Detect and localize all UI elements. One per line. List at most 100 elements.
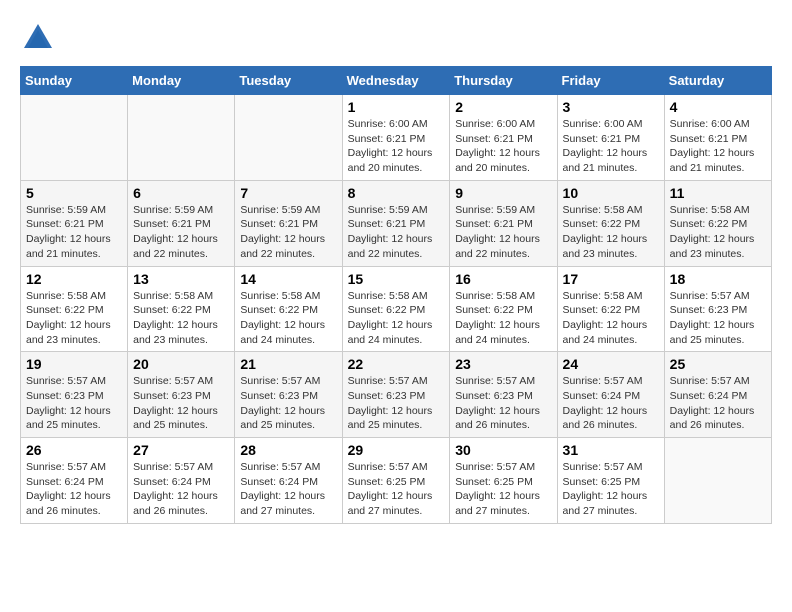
day-info: Sunrise: 5:57 AM Sunset: 6:24 PM Dayligh… (26, 460, 122, 519)
day-number: 28 (240, 442, 336, 458)
day-info: Sunrise: 5:58 AM Sunset: 6:22 PM Dayligh… (26, 289, 122, 348)
day-info: Sunrise: 6:00 AM Sunset: 6:21 PM Dayligh… (670, 117, 766, 176)
day-info: Sunrise: 5:58 AM Sunset: 6:22 PM Dayligh… (455, 289, 551, 348)
day-number: 29 (348, 442, 445, 458)
day-number: 3 (563, 99, 659, 115)
calendar-cell: 24 Sunrise: 5:57 AM Sunset: 6:24 PM Dayli… (557, 352, 664, 438)
calendar-cell: 13 Sunrise: 5:58 AM Sunset: 6:22 PM Dayli… (128, 266, 235, 352)
day-info: Sunrise: 5:59 AM Sunset: 6:21 PM Dayligh… (240, 203, 336, 262)
day-info: Sunrise: 5:57 AM Sunset: 6:23 PM Dayligh… (670, 289, 766, 348)
day-number: 15 (348, 271, 445, 287)
day-number: 13 (133, 271, 229, 287)
day-number: 30 (455, 442, 551, 458)
calendar-week-row: 26 Sunrise: 5:57 AM Sunset: 6:24 PM Dayli… (21, 438, 772, 524)
calendar-cell: 21 Sunrise: 5:57 AM Sunset: 6:23 PM Dayli… (235, 352, 342, 438)
calendar-cell: 4Sunrise: 6:00 AM Sunset: 6:21 PM Daylig… (664, 95, 771, 181)
day-number: 14 (240, 271, 336, 287)
calendar-week-row: 19 Sunrise: 5:57 AM Sunset: 6:23 PM Dayli… (21, 352, 772, 438)
calendar-cell: 7 Sunrise: 5:59 AM Sunset: 6:21 PM Daylig… (235, 180, 342, 266)
calendar-cell (128, 95, 235, 181)
day-info: Sunrise: 5:57 AM Sunset: 6:25 PM Dayligh… (563, 460, 659, 519)
calendar-week-row: 5 Sunrise: 5:59 AM Sunset: 6:21 PM Daylig… (21, 180, 772, 266)
day-number: 22 (348, 356, 445, 372)
day-number: 12 (26, 271, 122, 287)
day-info: Sunrise: 5:59 AM Sunset: 6:21 PM Dayligh… (455, 203, 551, 262)
calendar-cell: 16 Sunrise: 5:58 AM Sunset: 6:22 PM Dayli… (450, 266, 557, 352)
calendar-week-row: 12 Sunrise: 5:58 AM Sunset: 6:22 PM Dayli… (21, 266, 772, 352)
day-info: Sunrise: 6:00 AM Sunset: 6:21 PM Dayligh… (455, 117, 551, 176)
day-number: 5 (26, 185, 122, 201)
calendar-cell: 17 Sunrise: 5:58 AM Sunset: 6:22 PM Dayli… (557, 266, 664, 352)
day-number: 11 (670, 185, 766, 201)
day-number: 25 (670, 356, 766, 372)
day-number: 6 (133, 185, 229, 201)
day-number: 21 (240, 356, 336, 372)
day-info: Sunrise: 5:59 AM Sunset: 6:21 PM Dayligh… (26, 203, 122, 262)
day-number: 26 (26, 442, 122, 458)
day-number: 8 (348, 185, 445, 201)
calendar-cell: 6 Sunrise: 5:59 AM Sunset: 6:21 PM Daylig… (128, 180, 235, 266)
day-info: Sunrise: 5:57 AM Sunset: 6:24 PM Dayligh… (240, 460, 336, 519)
calendar-cell: 2Sunrise: 6:00 AM Sunset: 6:21 PM Daylig… (450, 95, 557, 181)
day-number: 31 (563, 442, 659, 458)
calendar-cell: 14 Sunrise: 5:58 AM Sunset: 6:22 PM Dayli… (235, 266, 342, 352)
day-number: 9 (455, 185, 551, 201)
day-info: Sunrise: 5:58 AM Sunset: 6:22 PM Dayligh… (670, 203, 766, 262)
day-number: 19 (26, 356, 122, 372)
calendar-cell: 27 Sunrise: 5:57 AM Sunset: 6:24 PM Dayli… (128, 438, 235, 524)
weekday-header: Sunday (21, 67, 128, 95)
day-info: Sunrise: 5:57 AM Sunset: 6:23 PM Dayligh… (240, 374, 336, 433)
weekday-header: Friday (557, 67, 664, 95)
day-info: Sunrise: 5:57 AM Sunset: 6:23 PM Dayligh… (455, 374, 551, 433)
calendar-cell: 15 Sunrise: 5:58 AM Sunset: 6:22 PM Dayli… (342, 266, 450, 352)
calendar-cell: 29Sunrise: 5:57 AM Sunset: 6:25 PM Dayli… (342, 438, 450, 524)
day-number: 17 (563, 271, 659, 287)
day-info: Sunrise: 5:57 AM Sunset: 6:24 PM Dayligh… (133, 460, 229, 519)
day-info: Sunrise: 5:57 AM Sunset: 6:23 PM Dayligh… (348, 374, 445, 433)
day-info: Sunrise: 5:58 AM Sunset: 6:22 PM Dayligh… (563, 203, 659, 262)
weekday-header: Wednesday (342, 67, 450, 95)
calendar-cell: 28 Sunrise: 5:57 AM Sunset: 6:24 PM Dayli… (235, 438, 342, 524)
weekday-header: Monday (128, 67, 235, 95)
day-info: Sunrise: 5:57 AM Sunset: 6:23 PM Dayligh… (133, 374, 229, 433)
calendar-cell: 10 Sunrise: 5:58 AM Sunset: 6:22 PM Dayli… (557, 180, 664, 266)
day-number: 10 (563, 185, 659, 201)
day-info: Sunrise: 5:58 AM Sunset: 6:22 PM Dayligh… (133, 289, 229, 348)
calendar-cell: 25 Sunrise: 5:57 AM Sunset: 6:24 PM Dayli… (664, 352, 771, 438)
day-info: Sunrise: 5:57 AM Sunset: 6:25 PM Dayligh… (455, 460, 551, 519)
calendar-cell: 22 Sunrise: 5:57 AM Sunset: 6:23 PM Dayli… (342, 352, 450, 438)
day-info: Sunrise: 5:57 AM Sunset: 6:24 PM Dayligh… (563, 374, 659, 433)
calendar-cell: 31 Sunrise: 5:57 AM Sunset: 6:25 PM Dayli… (557, 438, 664, 524)
day-number: 7 (240, 185, 336, 201)
logo-icon (20, 20, 56, 56)
calendar-cell: 18 Sunrise: 5:57 AM Sunset: 6:23 PM Dayli… (664, 266, 771, 352)
calendar-cell: 26 Sunrise: 5:57 AM Sunset: 6:24 PM Dayli… (21, 438, 128, 524)
calendar-cell: 23Sunrise: 5:57 AM Sunset: 6:23 PM Dayli… (450, 352, 557, 438)
day-number: 20 (133, 356, 229, 372)
day-number: 18 (670, 271, 766, 287)
calendar-week-row: 1Sunrise: 6:00 AM Sunset: 6:21 PM Daylig… (21, 95, 772, 181)
calendar-cell (21, 95, 128, 181)
day-info: Sunrise: 5:57 AM Sunset: 6:23 PM Dayligh… (26, 374, 122, 433)
day-info: Sunrise: 5:58 AM Sunset: 6:22 PM Dayligh… (563, 289, 659, 348)
calendar-cell: 11 Sunrise: 5:58 AM Sunset: 6:22 PM Dayli… (664, 180, 771, 266)
calendar-cell: 12 Sunrise: 5:58 AM Sunset: 6:22 PM Dayli… (21, 266, 128, 352)
calendar-cell: 19 Sunrise: 5:57 AM Sunset: 6:23 PM Dayli… (21, 352, 128, 438)
day-info: Sunrise: 6:00 AM Sunset: 6:21 PM Dayligh… (563, 117, 659, 176)
day-info: Sunrise: 5:58 AM Sunset: 6:22 PM Dayligh… (348, 289, 445, 348)
day-info: Sunrise: 5:59 AM Sunset: 6:21 PM Dayligh… (348, 203, 445, 262)
calendar-cell: 3 Sunrise: 6:00 AM Sunset: 6:21 PM Daylig… (557, 95, 664, 181)
weekday-header: Tuesday (235, 67, 342, 95)
day-info: Sunrise: 5:58 AM Sunset: 6:22 PM Dayligh… (240, 289, 336, 348)
calendar-cell: 5 Sunrise: 5:59 AM Sunset: 6:21 PM Daylig… (21, 180, 128, 266)
day-info: Sunrise: 5:57 AM Sunset: 6:24 PM Dayligh… (670, 374, 766, 433)
day-number: 27 (133, 442, 229, 458)
day-info: Sunrise: 5:59 AM Sunset: 6:21 PM Dayligh… (133, 203, 229, 262)
day-info: Sunrise: 6:00 AM Sunset: 6:21 PM Dayligh… (348, 117, 445, 176)
calendar-cell (664, 438, 771, 524)
calendar-cell: 20 Sunrise: 5:57 AM Sunset: 6:23 PM Dayli… (128, 352, 235, 438)
calendar-cell: 1Sunrise: 6:00 AM Sunset: 6:21 PM Daylig… (342, 95, 450, 181)
weekday-header-row: SundayMondayTuesdayWednesdayThursdayFrid… (21, 67, 772, 95)
day-number: 16 (455, 271, 551, 287)
day-number: 24 (563, 356, 659, 372)
